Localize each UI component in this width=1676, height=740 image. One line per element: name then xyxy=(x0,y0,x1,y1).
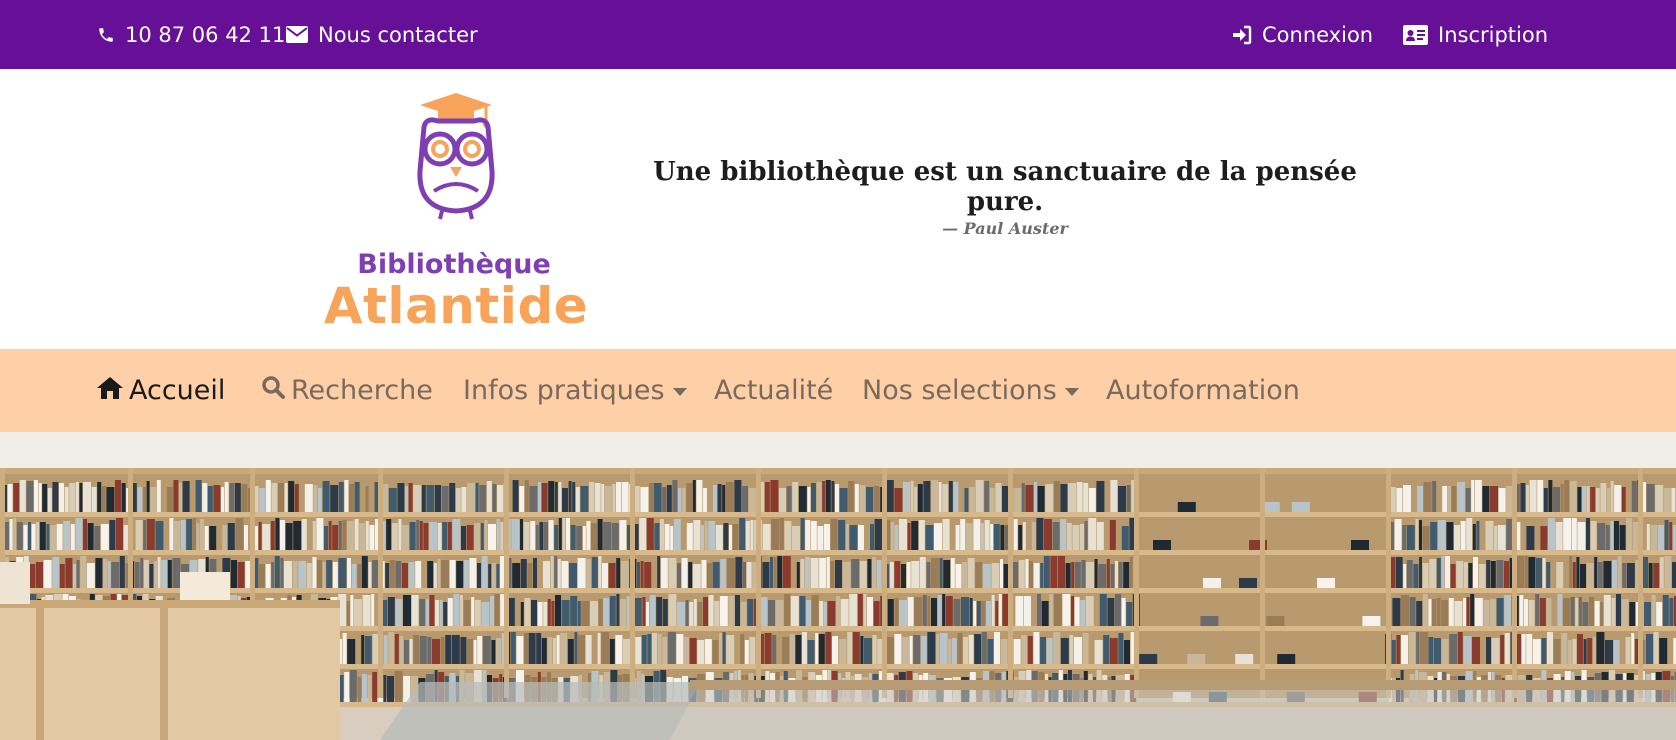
search-icon xyxy=(261,375,285,406)
nav-news[interactable]: Actualité xyxy=(714,349,833,432)
nav-infos-dropdown[interactable]: Infos pratiques xyxy=(463,349,687,432)
nav-search-label: Recherche xyxy=(291,375,433,406)
nav-home[interactable]: Accueil xyxy=(97,349,225,432)
nav-news-label: Actualité xyxy=(714,375,834,406)
contact-link[interactable]: Nous contacter xyxy=(286,0,478,69)
site-logo[interactable]: Bibliothèque Atlantide xyxy=(318,91,594,391)
header-quote: Une bibliothèque est un sanctuaire de la… xyxy=(653,157,1357,217)
phone-link[interactable]: 10 87 06 42 11 xyxy=(97,0,285,69)
caret-down-icon xyxy=(672,387,687,396)
logo-title-large: Atlantide xyxy=(323,277,589,335)
envelope-icon xyxy=(286,26,308,43)
id-card-icon xyxy=(1403,24,1428,45)
logo-title-small: Bibliothèque xyxy=(357,249,551,280)
main-navbar: Accueil Recherche Infos pratiques Actual… xyxy=(0,349,1676,432)
signup-label: Inscription xyxy=(1438,22,1549,47)
nav-selections-dropdown[interactable]: Nos selections xyxy=(862,349,1079,432)
site-header: Bibliothèque Atlantide Une bibliothèque … xyxy=(0,69,1676,349)
nav-search[interactable]: Recherche xyxy=(261,349,433,432)
quote-author: — Paul Auster xyxy=(942,219,1068,238)
caret-down-icon xyxy=(1064,387,1079,396)
phone-number: 10 87 06 42 11 xyxy=(125,22,286,47)
nav-home-label: Accueil xyxy=(129,375,226,406)
phone-icon xyxy=(97,26,115,44)
owl-logo-icon xyxy=(404,91,508,225)
library-shelves-illustration xyxy=(0,432,1676,740)
login-link[interactable]: Connexion xyxy=(1232,0,1373,69)
nav-selections-label: Nos selections xyxy=(862,375,1057,406)
home-icon xyxy=(97,375,123,406)
signup-link[interactable]: Inscription xyxy=(1403,0,1548,69)
hero-library-image xyxy=(0,432,1676,740)
login-label: Connexion xyxy=(1262,22,1374,47)
nav-selfstudy[interactable]: Autoformation xyxy=(1106,349,1300,432)
contact-label: Nous contacter xyxy=(318,22,478,47)
nav-infos-label: Infos pratiques xyxy=(463,375,665,406)
top-bar: 10 87 06 42 11 Nous contacter Connexion … xyxy=(0,0,1676,69)
sign-in-icon xyxy=(1232,25,1252,45)
nav-selfstudy-label: Autoformation xyxy=(1106,375,1300,406)
